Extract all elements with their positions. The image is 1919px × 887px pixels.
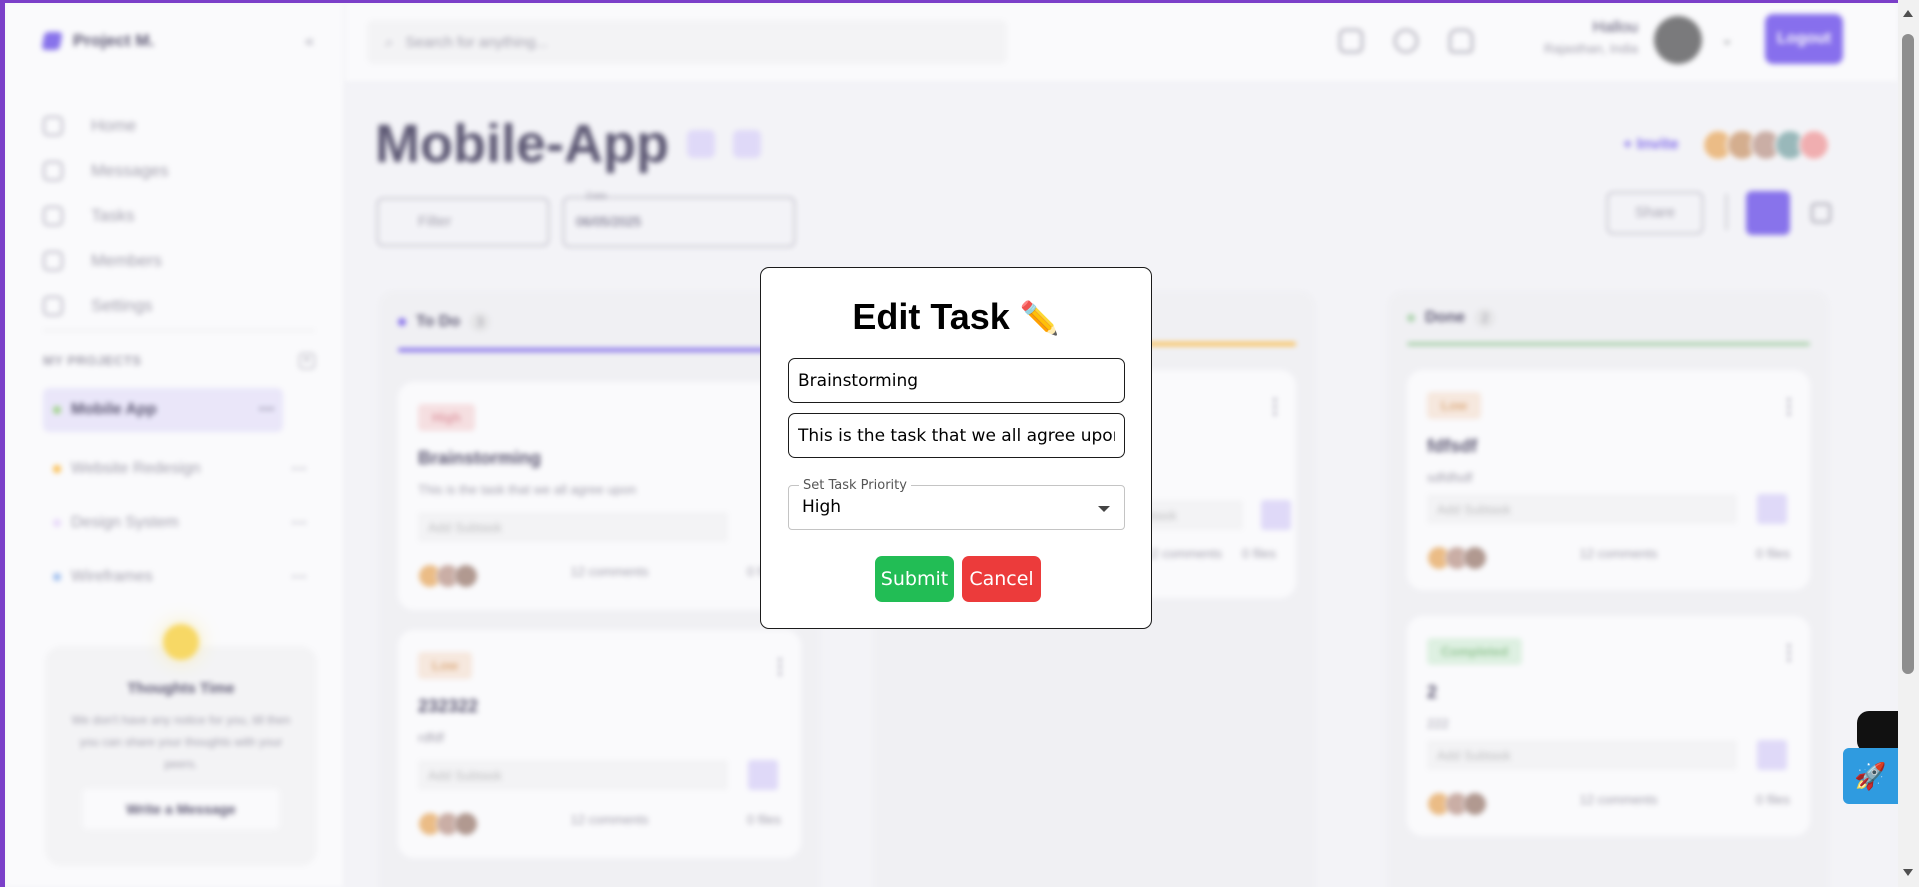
- priority-select[interactable]: Set Task Priority High: [788, 478, 1125, 530]
- task-name-input[interactable]: [788, 358, 1125, 403]
- priority-select-value: High: [802, 497, 842, 517]
- app-frame: Project M. « Home Messages Tasks Members…: [5, 3, 1898, 887]
- cancel-button[interactable]: Cancel: [962, 556, 1041, 602]
- scrollbar-thumb[interactable]: [1902, 34, 1914, 674]
- submit-button[interactable]: Submit: [875, 556, 954, 602]
- edit-task-modal: Edit Task ✏️ Set Task Priority High Subm…: [760, 267, 1152, 629]
- rocket-icon[interactable]: 🚀: [1843, 748, 1898, 804]
- priority-select-label: Set Task Priority: [799, 478, 911, 493]
- scroll-down-icon[interactable]: [1903, 869, 1913, 876]
- task-description-input[interactable]: [788, 413, 1125, 458]
- dropdown-arrow-icon: [1098, 506, 1110, 512]
- scroll-up-icon[interactable]: [1903, 10, 1913, 17]
- scrollbar[interactable]: [1898, 0, 1919, 887]
- pencil-icon: ✏️: [1019, 300, 1060, 336]
- modal-title-text: Edit Task: [852, 296, 1010, 337]
- modal-title: Edit Task ✏️: [761, 296, 1151, 338]
- assistant-widget-icon[interactable]: [1857, 711, 1898, 753]
